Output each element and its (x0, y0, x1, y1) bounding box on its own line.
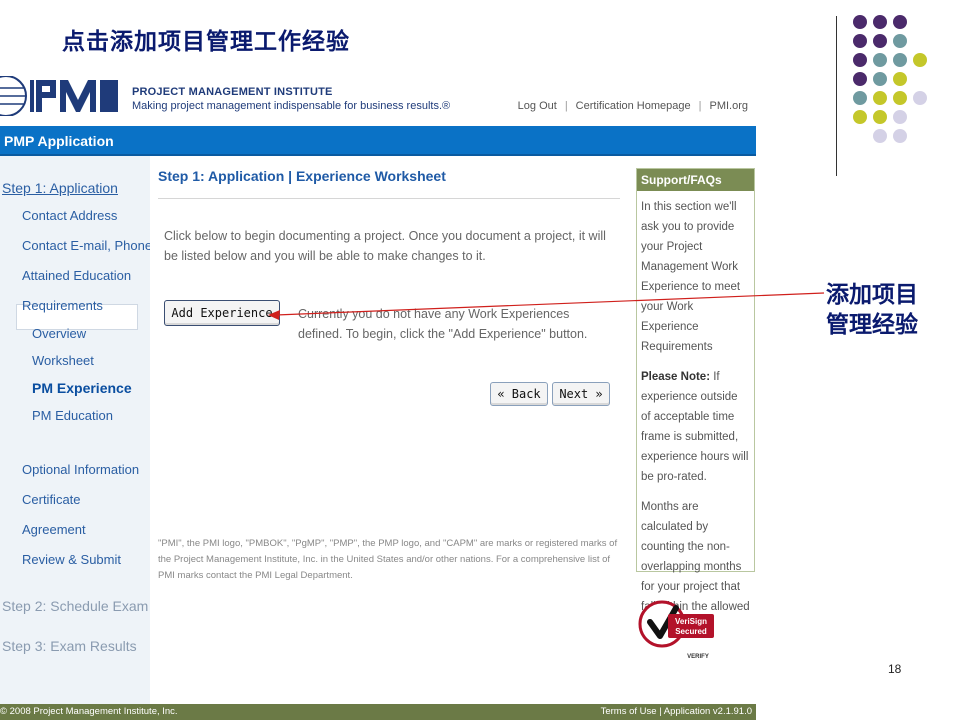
decorative-dot (893, 91, 907, 105)
please-note-label: Please Note: (641, 371, 711, 383)
support-title: Support/FAQs (637, 169, 754, 191)
decorative-dot (853, 53, 867, 67)
sidebar-nav: Step 1: Application Contact Address Cont… (0, 156, 152, 704)
verisign-text: VeriSign (675, 617, 707, 626)
org-name: PROJECT MANAGEMENT INSTITUTE (132, 86, 333, 98)
callout-line-1: 添加项目 (826, 281, 918, 308)
decorative-dot (853, 34, 867, 48)
sidebar-item-attained-education[interactable]: Attained Education (22, 268, 131, 283)
pmi-application-screenshot: PROJECT MANAGEMENT INSTITUTE Making proj… (0, 72, 756, 720)
top-links: Log Out | Certification Homepage | PMI.org (518, 100, 748, 112)
site-header: PROJECT MANAGEMENT INSTITUTE Making proj… (0, 72, 756, 126)
support-body: In this section we'll ask you to provide… (637, 191, 754, 653)
footer-links: Terms of Use | Application v2.1.91.0 (600, 706, 752, 717)
decorative-dot (853, 15, 867, 29)
decorative-dot (853, 91, 867, 105)
pmi-org-link[interactable]: PMI.org (709, 100, 748, 112)
support-para-2: Please Note: If experience outside of ac… (641, 367, 750, 487)
pmi-logo (0, 76, 118, 116)
decorative-dot-grid (853, 15, 927, 143)
sidebar-item-contact-email[interactable]: Contact E-mail, Phone (22, 238, 152, 253)
sidebar-step1[interactable]: Step 1: Application (2, 180, 118, 196)
link-separator: | (698, 100, 702, 112)
app-version: Application v2.1.91.0 (663, 706, 752, 717)
decorative-dot (873, 15, 887, 29)
copyright-text: © 2008 Project Management Institute, Inc… (0, 706, 178, 717)
decorative-dot (873, 91, 887, 105)
main-content: Step 1: Application | Experience Workshe… (150, 156, 630, 704)
decorative-dot (873, 110, 887, 124)
back-button[interactable]: « Back (490, 382, 548, 406)
please-note-text: If experience outside of acceptable time… (641, 371, 749, 483)
next-button[interactable]: Next » (552, 382, 610, 406)
title-divider (158, 198, 620, 199)
decorative-dot (853, 72, 867, 86)
page-number: 18 (888, 662, 902, 676)
sidebar-item-review-submit[interactable]: Review & Submit (22, 552, 121, 567)
sidebar-subitem-worksheet[interactable]: Worksheet (32, 353, 94, 368)
slide-title: 点击添加项目管理工作经验 (62, 28, 350, 55)
decorative-dot (873, 72, 887, 86)
decorative-dot (893, 53, 907, 67)
org-tagline: Making project management indispensable … (132, 100, 451, 112)
secured-text: Secured (675, 627, 707, 636)
no-experience-message: Currently you do not have any Work Exper… (298, 307, 588, 341)
verify-text: VERIFY (687, 654, 709, 660)
app-title: PMP Application (4, 133, 114, 149)
sidebar-item-requirements[interactable]: Requirements (22, 298, 103, 313)
divider-line (836, 16, 837, 176)
sidebar-item-optional-information[interactable]: Optional Information (22, 462, 139, 477)
decorative-dot (913, 53, 927, 67)
support-para-1: In this section we'll ask you to provide… (641, 201, 741, 353)
link-separator: | (564, 100, 568, 112)
decorative-dot (893, 129, 907, 143)
decorative-dot (853, 110, 867, 124)
support-faqs-panel: Support/FAQs In this section we'll ask y… (636, 168, 755, 633)
intro-text: Click below to begin documenting a proje… (164, 229, 606, 263)
sidebar-step2[interactable]: Step 2: Schedule Exam (2, 598, 148, 614)
decorative-dot (873, 34, 887, 48)
decorative-dot (873, 129, 887, 143)
decorative-dot (893, 72, 907, 86)
decorative-dot (873, 53, 887, 67)
sidebar-subitem-pm-experience[interactable]: PM Experience (32, 380, 132, 396)
logout-link[interactable]: Log Out (518, 100, 557, 112)
sidebar-item-contact-address[interactable]: Contact Address (22, 208, 117, 223)
page-title: Step 1: Application | Experience Workshe… (158, 168, 446, 184)
terms-of-use-link[interactable]: Terms of Use (601, 706, 657, 717)
decorative-dot (893, 110, 907, 124)
callout-text: 添加项目 管理经验 (826, 280, 956, 340)
sidebar-subitem-pm-education[interactable]: PM Education (32, 408, 113, 423)
legal-notice: "PMI", the PMI logo, "PMBOK", "PgMP", "P… (158, 538, 618, 581)
decorative-dot (893, 15, 907, 29)
add-experience-button[interactable]: Add Experience (164, 300, 280, 326)
callout-line-2: 管理经验 (826, 311, 918, 338)
sidebar-step3[interactable]: Step 3: Exam Results (2, 638, 137, 654)
app-title-bar: PMP Application (0, 126, 756, 156)
certification-homepage-link[interactable]: Certification Homepage (576, 100, 691, 112)
sidebar-item-agreement[interactable]: Agreement (22, 522, 86, 537)
site-footer: © 2008 Project Management Institute, Inc… (0, 704, 756, 720)
sidebar-item-certificate[interactable]: Certificate (22, 492, 81, 507)
sidebar-subitem-overview[interactable]: Overview (32, 326, 86, 341)
decorative-dot (893, 34, 907, 48)
decorative-dot (913, 91, 927, 105)
verisign-secured-seal[interactable]: VeriSign Secured VERIFY (638, 594, 718, 664)
